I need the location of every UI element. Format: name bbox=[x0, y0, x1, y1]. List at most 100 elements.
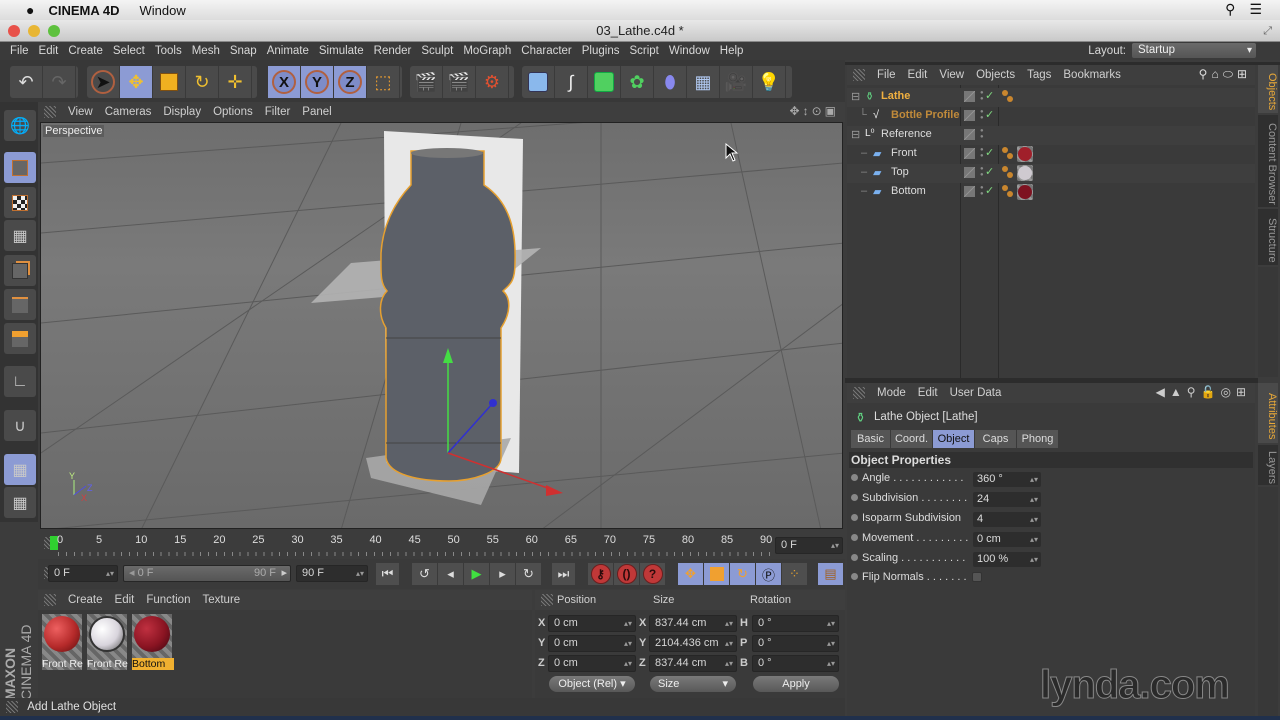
link-icon[interactable]: ⬭ bbox=[1223, 67, 1237, 81]
menu-sculpt[interactable]: Sculpt bbox=[421, 45, 453, 57]
render-dots[interactable]: ● ● bbox=[980, 90, 984, 102]
next-keyframe-button[interactable]: ↻ bbox=[516, 563, 542, 585]
search-icon[interactable]: ⚲ bbox=[1225, 1, 1235, 18]
attr-menu-mode[interactable]: Mode bbox=[877, 387, 906, 399]
om-menu-tags[interactable]: Tags bbox=[1027, 69, 1051, 81]
timeline-ruler[interactable]: 0 5 10 15 20 25 30 35 40 45 50 55 60 65 70 75 80 85 90 0 F… bbox=[38, 531, 845, 559]
enabled-check-icon[interactable]: ✓ bbox=[985, 108, 994, 121]
object-row-reference[interactable]: ⊟ L⁰ Reference ● ● bbox=[847, 126, 1255, 145]
dolly-view-icon[interactable]: ↕ bbox=[803, 104, 812, 118]
visibility-toggle[interactable] bbox=[964, 91, 975, 102]
enabled-check-icon[interactable]: ✓ bbox=[985, 165, 994, 178]
status-grip[interactable] bbox=[6, 700, 18, 713]
move-icon[interactable]: ✥ bbox=[120, 66, 153, 98]
viewport-menu-view[interactable]: View bbox=[68, 106, 93, 118]
position-z-field[interactable]: 0 cm ▴▾ bbox=[548, 655, 636, 672]
layout-dropdown[interactable]: Startup bbox=[1132, 43, 1256, 58]
visibility-toggle[interactable] bbox=[964, 129, 975, 140]
material-swatch[interactable]: Front Re bbox=[87, 614, 128, 670]
lock-icon[interactable]: 🔓 bbox=[1201, 385, 1221, 399]
size-z-field[interactable]: 837.44 cm ▴▾ bbox=[649, 655, 737, 672]
apple-icon[interactable]: ● bbox=[26, 2, 34, 18]
menu-help[interactable]: Help bbox=[720, 45, 744, 57]
tab-caps[interactable]: Caps bbox=[975, 430, 1017, 448]
material-swatch[interactable]: Bottom bbox=[132, 614, 174, 670]
autokeying-button[interactable]: () bbox=[614, 563, 640, 585]
animation-dot[interactable] bbox=[851, 494, 858, 501]
timeline-window-button[interactable]: ▤ bbox=[818, 563, 844, 585]
snap-magnet-icon[interactable]: ∪ bbox=[4, 410, 36, 441]
flip-normals-checkbox[interactable] bbox=[972, 572, 982, 582]
phong-tag-icon[interactable] bbox=[1002, 166, 1016, 180]
os-window-menu[interactable]: Window bbox=[140, 3, 186, 18]
visibility-toggle[interactable] bbox=[964, 167, 975, 178]
deformer-icon[interactable]: ⬮ bbox=[654, 66, 687, 98]
undo-icon[interactable]: ↶ bbox=[10, 66, 43, 98]
workplane-lock-icon[interactable]: ▦ bbox=[4, 454, 36, 485]
enabled-check-icon[interactable]: ✓ bbox=[985, 89, 994, 102]
rotation-h-field[interactable]: 0 ° ▴▾ bbox=[752, 615, 839, 632]
maximize-view-icon[interactable]: ▣ bbox=[825, 104, 839, 118]
object-row-front[interactable]: – ▰ Front ● ● ✓ bbox=[847, 145, 1255, 164]
coordinate-mode-dropdown[interactable]: Object (Rel) ▾ bbox=[549, 676, 635, 692]
menu-tools[interactable]: Tools bbox=[155, 45, 182, 57]
record-keys-button[interactable]: ⚷ bbox=[588, 563, 614, 585]
points-mode-icon[interactable] bbox=[4, 255, 36, 286]
angle-field[interactable]: 360 ° ▴▾ bbox=[973, 472, 1041, 487]
object-row-top[interactable]: – ▰ Top ● ● ✓ bbox=[847, 164, 1255, 183]
redo-icon[interactable]: ↷ bbox=[43, 66, 76, 98]
up-arrow-icon[interactable]: ▲ bbox=[1170, 385, 1187, 399]
render-dots[interactable]: ● ● bbox=[980, 147, 984, 159]
animation-dot[interactable] bbox=[851, 573, 858, 580]
position-y-field[interactable]: 0 cm ▴▾ bbox=[548, 635, 636, 652]
home-icon[interactable]: ⌂ bbox=[1211, 67, 1222, 81]
size-mode-dropdown[interactable]: Size ▾ bbox=[650, 676, 736, 692]
object-name[interactable]: Reference bbox=[881, 128, 932, 140]
om-menu-bookmarks[interactable]: Bookmarks bbox=[1063, 69, 1121, 81]
pan-view-icon[interactable]: ✥ bbox=[790, 104, 803, 118]
tab-objects[interactable]: Objects bbox=[1258, 65, 1278, 113]
scaling-field[interactable]: 100 % ▴▾ bbox=[973, 552, 1041, 567]
camera-icon[interactable]: 🎥 bbox=[720, 66, 753, 98]
om-menu-file[interactable]: File bbox=[877, 69, 896, 81]
material-swatch[interactable]: Front Re bbox=[42, 614, 83, 670]
menu-select[interactable]: Select bbox=[113, 45, 145, 57]
menu-character[interactable]: Character bbox=[521, 45, 572, 57]
material-tag[interactable] bbox=[1017, 165, 1033, 181]
menu-script[interactable]: Script bbox=[629, 45, 658, 57]
start-frame-field[interactable]: 0 F ▴▾ bbox=[48, 565, 118, 582]
tab-object[interactable]: Object bbox=[933, 430, 975, 448]
material-menu-create[interactable]: Create bbox=[68, 594, 103, 606]
material-tag[interactable] bbox=[1017, 184, 1033, 200]
pen-spline-icon[interactable]: ∫ bbox=[555, 66, 588, 98]
zoom-window-button[interactable] bbox=[48, 25, 60, 37]
z-axis-toggle[interactable]: Z bbox=[334, 66, 367, 98]
render-dots[interactable]: ● ● bbox=[980, 185, 984, 197]
viewport-menu-panel[interactable]: Panel bbox=[302, 106, 331, 118]
floor-icon[interactable]: ▦ bbox=[687, 66, 720, 98]
object-name[interactable]: Bottom bbox=[891, 185, 926, 197]
menu-window[interactable]: Window bbox=[669, 45, 710, 57]
previous-frame-button[interactable]: ◂ bbox=[438, 563, 464, 585]
tab-phong[interactable]: Phong bbox=[1017, 430, 1059, 448]
menu-edit[interactable]: Edit bbox=[39, 45, 59, 57]
render-view-icon[interactable]: 🎬 bbox=[410, 66, 443, 98]
play-button[interactable]: ▶ bbox=[464, 563, 490, 585]
render-settings-icon[interactable]: ⚙ bbox=[476, 66, 509, 98]
attr-menu-edit[interactable]: Edit bbox=[918, 387, 938, 399]
workplane-mode-icon[interactable]: ▦ bbox=[4, 220, 36, 251]
minimize-window-button[interactable] bbox=[28, 25, 40, 37]
target-icon[interactable]: ◎ bbox=[1220, 385, 1235, 399]
keyframe-selection-button[interactable]: ? bbox=[640, 563, 666, 585]
attributes-grip[interactable] bbox=[853, 387, 865, 399]
rotation-b-field[interactable]: 0 ° ▴▾ bbox=[752, 655, 839, 672]
record-parameter-toggle[interactable]: Ⓟ bbox=[756, 563, 782, 585]
material-menu-edit[interactable]: Edit bbox=[115, 594, 135, 606]
tab-layers[interactable]: Layers bbox=[1258, 445, 1278, 485]
object-name[interactable]: Front bbox=[891, 147, 917, 159]
phong-tag-icon[interactable] bbox=[1002, 147, 1016, 161]
tab-attributes[interactable]: Attributes bbox=[1258, 383, 1278, 443]
live-selection-icon[interactable]: ➤ bbox=[87, 66, 120, 98]
phong-tag-icon[interactable] bbox=[1002, 185, 1016, 199]
record-pla-toggle[interactable]: ⁘ bbox=[782, 563, 808, 585]
